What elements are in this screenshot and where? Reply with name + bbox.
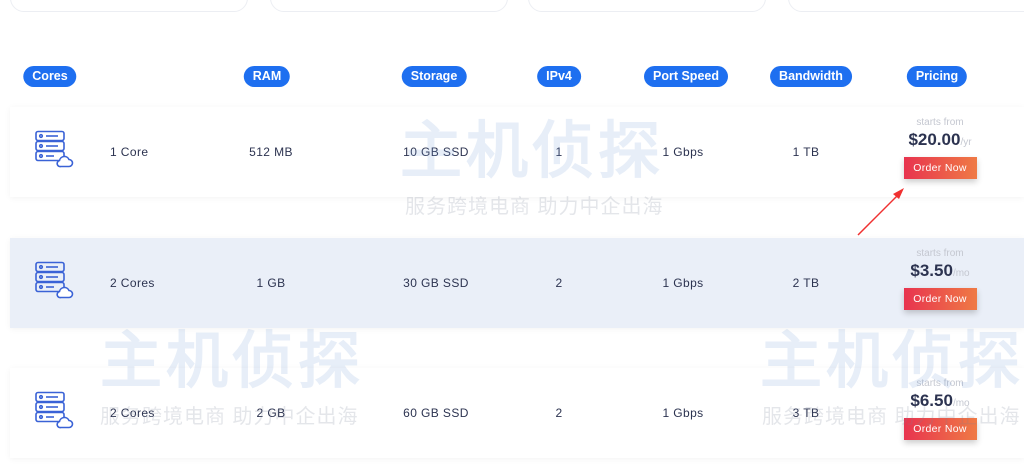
server-cloud-icon (34, 130, 74, 175)
order-now-button[interactable]: Order Now (903, 288, 977, 310)
pricing: starts from $6.50/mo Order Now (892, 378, 988, 440)
pricing: starts from $20.00/yr Order Now (892, 117, 988, 179)
order-now-button[interactable]: Order Now (903, 418, 977, 440)
header-bandwidth: Bandwidth (770, 66, 852, 87)
header-ipv4: IPv4 (537, 66, 581, 87)
starts-from-label: starts from (916, 378, 964, 389)
port-speed-value: 1 Gbps (662, 145, 704, 159)
ram-value: 512 MB (249, 145, 293, 159)
header-pricing: Pricing (906, 66, 968, 87)
price-period: /yr (960, 137, 972, 148)
top-card (270, 0, 508, 12)
starts-from-label: starts from (916, 248, 964, 259)
price-amount: $6.50/mo (892, 391, 988, 411)
price-value: $6.50 (910, 391, 953, 410)
storage-value: 30 GB SSD (403, 276, 469, 290)
top-card (528, 0, 766, 12)
bandwidth-value: 3 TB (792, 406, 820, 420)
cores-value: 2 Cores (110, 276, 155, 290)
price-value: $3.50 (910, 261, 953, 280)
port-speed-value: 1 Gbps (662, 406, 704, 420)
price-amount: $20.00/yr (892, 130, 988, 150)
ram-value: 1 GB (256, 276, 286, 290)
pricing: starts from $3.50/mo Order Now (892, 248, 988, 310)
price-amount: $3.50/mo (892, 261, 988, 281)
bandwidth-value: 1 TB (792, 145, 820, 159)
bandwidth-value: 2 TB (792, 276, 820, 290)
price-value: $20.00 (908, 130, 961, 149)
price-period: /mo (952, 398, 970, 409)
cores-value: 1 Core (110, 145, 149, 159)
ipv4-value: 2 (555, 406, 563, 420)
server-cloud-icon (34, 391, 74, 436)
storage-value: 10 GB SSD (403, 145, 469, 159)
header-storage: Storage (401, 66, 467, 87)
header-cores: Cores (23, 66, 77, 87)
plan-row: 2 Cores 2 GB 60 GB SSD 2 1 Gbps 3 TB sta… (10, 368, 1024, 458)
plan-row: 2 Cores 1 GB 30 GB SSD 2 1 Gbps 2 TB sta… (10, 238, 1024, 328)
ipv4-value: 2 (555, 276, 563, 290)
header-port-speed: Port Speed (644, 66, 728, 87)
server-cloud-icon (34, 261, 74, 306)
order-now-button[interactable]: Order Now (903, 157, 977, 179)
header-ram: RAM (243, 66, 291, 87)
plan-row: 1 Core 512 MB 10 GB SSD 1 1 Gbps 1 TB st… (10, 107, 1024, 197)
port-speed-value: 1 Gbps (662, 276, 704, 290)
price-period: /mo (952, 268, 970, 279)
ram-value: 2 GB (256, 406, 286, 420)
cores-value: 2 Cores (110, 406, 155, 420)
ipv4-value: 1 (555, 145, 563, 159)
top-card (10, 0, 248, 12)
storage-value: 60 GB SSD (403, 406, 469, 420)
top-card (788, 0, 1024, 12)
starts-from-label: starts from (916, 117, 964, 128)
